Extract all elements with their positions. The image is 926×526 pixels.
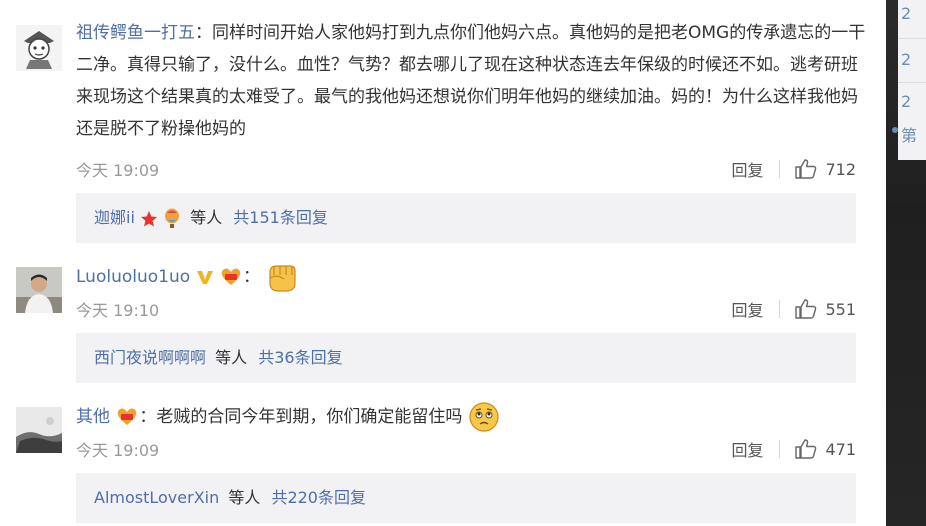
reply-preview[interactable]: 迦娜ii 等人 共151条回复 [76,193,856,243]
comment-body: 祖传鳄鱼一打五：同样时间开始人家他妈打到九点你们他妈六点。真他妈的是把老OMG的… [76,17,866,145]
comment-actions: 回复 712 [731,157,856,181]
sidebar-item[interactable]: 2 [901,50,911,69]
comment-meta: 今天 19:09 回复 712 [76,157,856,181]
separator: ： [242,267,260,287]
divider [779,160,781,178]
reply-user-link[interactable]: 西门夜说啊啊啊 [94,348,206,367]
reply-button[interactable]: 回复 [731,437,763,461]
avatar[interactable] [16,407,62,453]
fan-badge-icon [221,268,241,285]
separator: ： [139,407,157,427]
divider [898,38,926,39]
reply-etc: 等人 [190,208,223,227]
username-link[interactable]: 其他 [76,407,110,427]
like-count: 471 [825,439,856,459]
balloon-icon [165,208,180,228]
comment-body: 其他 ：老贼的合同今年到期，你们确定能留住吗 [76,400,866,434]
comment-actions: 回复 551 [731,297,856,321]
sidebar-item[interactable]: 2 [901,92,911,111]
star-icon [141,210,157,226]
username-link[interactable]: Luoluoluo1uo [76,267,190,287]
reply-total-link[interactable]: 共36条回复 [258,348,342,367]
reply-total-link[interactable]: 共151条回复 [233,208,328,227]
sidebar-item[interactable]: 第 [901,122,917,146]
worried-face-emoji-icon [469,402,499,432]
reply-button[interactable]: 回复 [731,297,763,321]
timestamp: 今天 19:10 [76,301,160,320]
fist-emoji-icon [269,265,296,292]
reply-etc: 等人 [228,488,261,507]
comment-meta: 今天 19:09 回复 471 [76,437,856,461]
reply-total-link[interactable]: 共220条回复 [271,488,366,507]
avatar[interactable] [16,267,62,313]
fan-badge-icon [118,408,137,425]
divider [779,300,781,318]
reply-button[interactable]: 回复 [731,157,763,181]
sidebar-list: 2 2 2 第 [892,0,926,160]
separator: ： [195,23,212,43]
comment-actions: 回复 471 [731,437,856,461]
sidebar-item[interactable]: 2 [901,4,911,23]
username-link[interactable]: 祖传鳄鱼一打五 [76,23,195,43]
reply-preview[interactable]: 西门夜说啊啊啊 等人 共36条回复 [76,333,856,383]
comment-body: Luoluoluo1uo ： [76,260,866,294]
comment-feed: 祖传鳄鱼一打五：同样时间开始人家他妈打到九点你们他妈六点。真他妈的是把老OMG的… [0,0,886,526]
avatar[interactable] [16,25,62,71]
like-count: 551 [825,299,856,319]
bullet-icon [892,127,898,133]
reply-preview[interactable]: AlmostLoverXin 等人 共220条回复 [76,473,856,523]
timestamp: 今天 19:09 [76,161,160,180]
reply-etc: 等人 [215,348,248,367]
reply-user-link[interactable]: 迦娜ii [94,208,135,227]
divider [898,82,926,83]
comment-text: 老贼的合同今年到期，你们确定能留住吗 [156,407,463,427]
thumbs-up-icon[interactable] [795,159,817,179]
timestamp: 今天 19:09 [76,441,160,460]
thumbs-up-icon[interactable] [795,439,817,459]
reply-user-link[interactable]: AlmostLoverXin [94,488,219,507]
comment-meta: 今天 19:10 回复 551 [76,297,856,321]
like-count: 712 [825,159,856,179]
verified-v-icon [196,271,213,284]
thumbs-up-icon[interactable] [795,299,817,319]
right-sidebar-strip: 2 2 2 第 [886,0,926,526]
divider [779,440,781,458]
